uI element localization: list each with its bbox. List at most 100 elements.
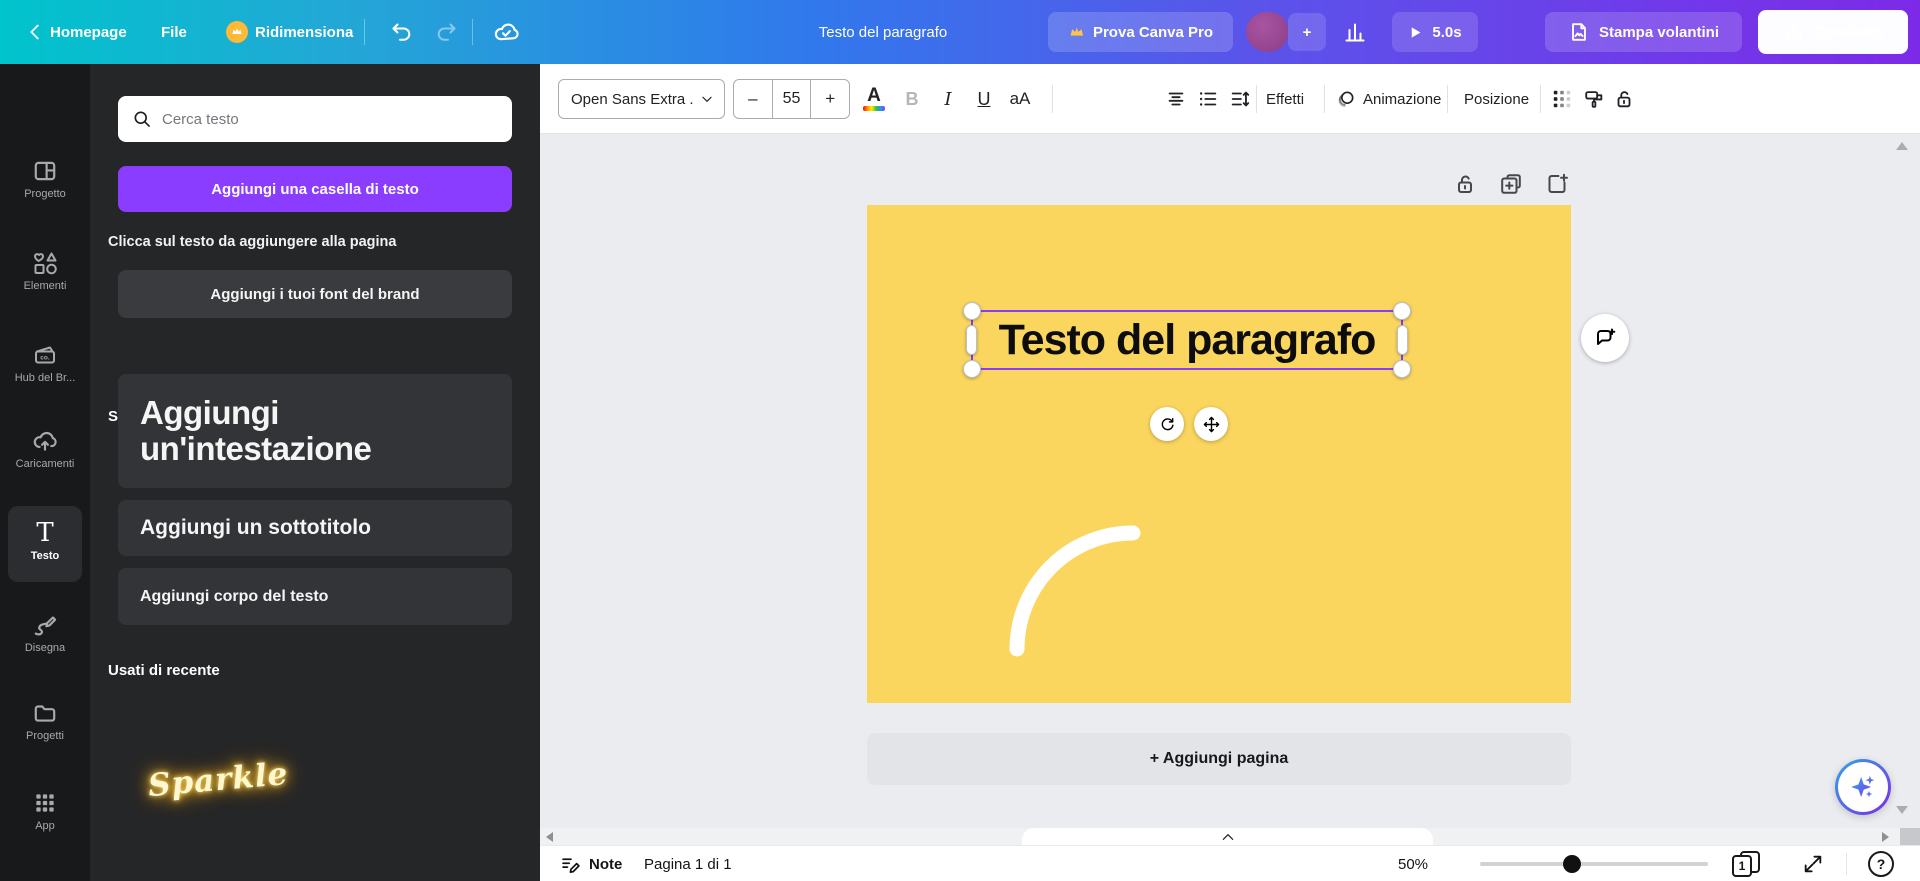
play-icon [1408, 25, 1423, 40]
scroll-right-arrow[interactable] [1882, 832, 1889, 842]
rotate-handle[interactable] [1150, 407, 1184, 441]
scroll-down-arrow[interactable] [1896, 806, 1908, 814]
zoom-slider-thumb[interactable] [1563, 855, 1581, 873]
text-color-icon: A [867, 87, 881, 105]
page-indicator[interactable]: Pagina 1 di 1 [644, 846, 732, 881]
fullscreen-icon [1802, 853, 1824, 875]
help-button[interactable]: ? [1868, 846, 1894, 881]
effects-button[interactable]: Effetti [1262, 81, 1308, 117]
document-title[interactable]: Testo del paragrafo [819, 0, 947, 64]
transparency-button[interactable] [1546, 83, 1578, 115]
sidebar-item-testo[interactable]: T Testo [8, 506, 82, 582]
notes-icon [560, 854, 581, 875]
sidebar-item-progetto[interactable]: Progetto [0, 158, 90, 200]
resize-handle-e[interactable] [1397, 325, 1408, 355]
add-comment-button[interactable] [1581, 314, 1629, 362]
add-brand-fonts-button[interactable]: Aggiungi i tuoi font del brand [118, 270, 512, 318]
add-page-icon-button[interactable] [1542, 169, 1572, 199]
toolbar-divider [1540, 85, 1541, 113]
share-button[interactable]: Condividi [1758, 10, 1908, 54]
resize-handle-nw[interactable] [963, 302, 981, 320]
sidebar-item-label: App [0, 820, 90, 832]
scroll-left-arrow[interactable] [546, 832, 553, 842]
homepage-menu[interactable]: Homepage [50, 0, 127, 64]
try-pro-button[interactable]: Prova Canva Pro [1048, 12, 1233, 52]
lock-open-icon [1613, 88, 1635, 110]
textbox-text[interactable]: Testo del paragrafo [999, 316, 1376, 365]
duplicate-page-button[interactable] [1496, 169, 1526, 199]
sidebar-item-app[interactable]: App [0, 790, 90, 832]
line-spacing-button[interactable] [1224, 83, 1256, 115]
font-size-input[interactable] [773, 80, 811, 118]
lock-open-icon [1453, 172, 1477, 196]
arc-curve-element[interactable] [867, 205, 1571, 703]
status-bar: Note Pagina 1 di 1 50% 1 ? [540, 845, 1920, 881]
undo-button[interactable] [384, 14, 420, 50]
resize-handle-se[interactable] [1393, 360, 1411, 378]
page-thumbnail-icon: 1 [1732, 851, 1760, 877]
redo-button[interactable] [428, 14, 464, 50]
add-page-button[interactable]: + Aggiungi pagina [867, 733, 1571, 785]
cloud-save-button[interactable] [486, 14, 526, 50]
resize-handle-ne[interactable] [1393, 302, 1411, 320]
canvas-area[interactable]: Testo del paragrafo + Aggiungi pagina [540, 134, 1920, 845]
page-lock-button[interactable] [1450, 169, 1480, 199]
font-size-decrease-button[interactable]: – [734, 80, 772, 118]
add-textbox-button[interactable]: Aggiungi una casella di testo [118, 166, 512, 212]
zoom-slider-track[interactable] [1480, 862, 1708, 866]
line-spacing-icon [1229, 88, 1251, 110]
recent-item-sparkle[interactable]: Sparkle [147, 756, 290, 804]
print-flyers-button[interactable]: Stampa volantini [1545, 12, 1742, 52]
crown-badge-icon [226, 21, 248, 43]
position-button[interactable]: Posizione [1460, 81, 1533, 117]
add-member-button[interactable]: + [1288, 13, 1326, 51]
sidebar-item-elementi[interactable]: Elementi [0, 250, 90, 292]
toolbar-divider [1447, 85, 1448, 113]
search-input[interactable] [162, 111, 498, 128]
style-card-heading[interactable]: Aggiungi un'intestazione [118, 374, 512, 488]
copy-style-button[interactable] [1578, 83, 1610, 115]
sidebar-item-progetti[interactable]: Progetti [0, 700, 90, 742]
selected-textbox[interactable]: Testo del paragrafo [971, 310, 1403, 370]
header-divider [364, 19, 365, 45]
sidebar-item-disegna[interactable]: Disegna [0, 612, 90, 654]
bullet-list-button[interactable] [1192, 83, 1224, 115]
page-panel-tab[interactable] [1022, 828, 1433, 845]
zoom-level-value[interactable]: 50% [1398, 846, 1428, 881]
text-align-button[interactable] [1160, 83, 1192, 115]
underline-button[interactable]: U [968, 83, 1000, 115]
canva-editor: Homepage File Ridimensiona Testo del par… [0, 0, 1920, 881]
resize-handle-sw[interactable] [963, 360, 981, 378]
font-size-value [772, 80, 812, 118]
apps-icon [0, 790, 90, 816]
bold-button[interactable]: B [896, 83, 928, 115]
lock-button[interactable] [1608, 83, 1640, 115]
font-size-increase-button[interactable]: + [811, 80, 849, 118]
sidebar-item-hub-del-brand[interactable]: co. Hub del Br... [0, 342, 90, 384]
notes-button[interactable]: Note [560, 846, 622, 881]
animate-button[interactable]: Animazione [1332, 81, 1445, 117]
file-menu[interactable]: File [161, 0, 187, 64]
scroll-up-arrow[interactable] [1896, 142, 1908, 150]
text-color-button[interactable]: A [858, 83, 890, 115]
page-thumbnails-button[interactable]: 1 [1732, 846, 1760, 881]
design-page[interactable]: Testo del paragrafo [867, 205, 1571, 703]
ai-assistant-button[interactable] [1835, 759, 1891, 815]
letter-case-button[interactable]: aA [1004, 83, 1036, 115]
fullscreen-button[interactable] [1802, 846, 1824, 881]
avatar[interactable] [1246, 12, 1288, 52]
move-handle[interactable] [1194, 407, 1228, 441]
font-family-select[interactable]: Open Sans Extra ... [558, 79, 725, 119]
crown-icon [231, 26, 243, 38]
style-card-body[interactable]: Aggiungi corpo del testo [118, 568, 512, 625]
recent-heading: Usati di recente [108, 662, 220, 679]
sidebar-item-caricamenti[interactable]: Caricamenti [0, 428, 90, 470]
resize-menu[interactable]: Ridimensiona [226, 0, 353, 64]
play-duration-button[interactable]: 5.0s [1392, 12, 1478, 52]
italic-button[interactable]: I [932, 83, 964, 115]
resize-handle-w[interactable] [966, 325, 977, 355]
style-card-subtitle[interactable]: Aggiungi un sottotitolo [118, 500, 512, 556]
back-button[interactable] [22, 20, 48, 44]
insights-button[interactable] [1332, 12, 1378, 52]
rainbow-bar-icon [863, 106, 885, 111]
